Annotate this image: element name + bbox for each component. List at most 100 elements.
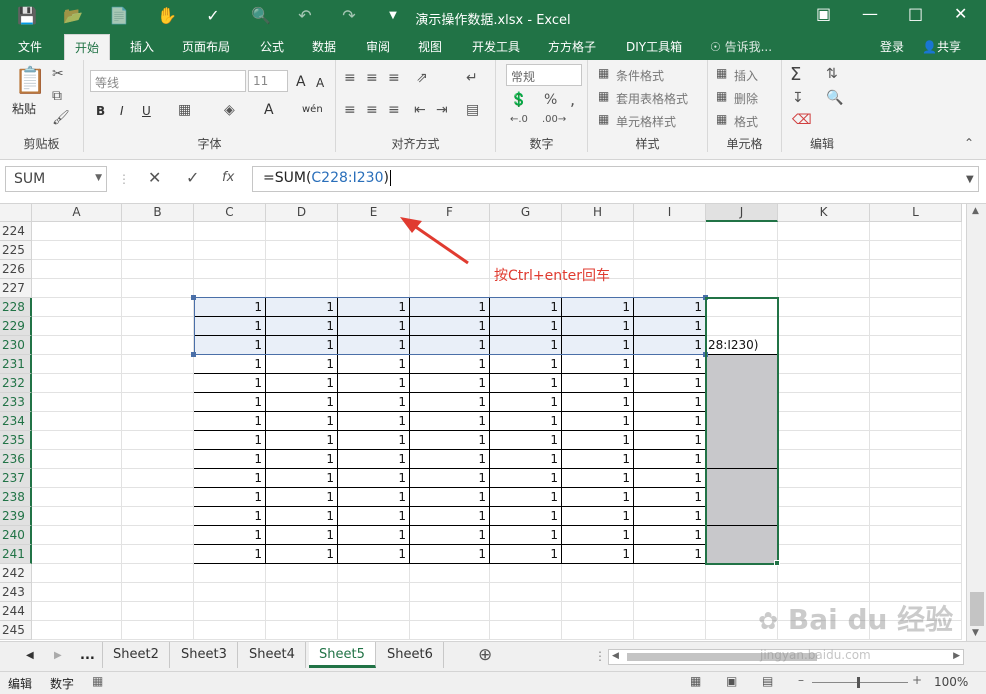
cell-d227[interactable] [266,279,338,298]
cell-c245[interactable] [194,621,266,640]
font-size-select[interactable]: 11 [248,70,288,92]
cell-g242[interactable] [490,564,562,583]
increase-decimal-icon[interactable]: ←.0 [510,114,528,125]
cell-a224[interactable] [32,222,122,241]
cell-e233[interactable]: 1 [338,393,410,412]
cell-j239[interactable] [706,507,778,526]
tab-insert[interactable]: 插入 [130,38,154,55]
cell-f227[interactable] [410,279,490,298]
cell-k229[interactable] [778,317,870,336]
cell-c242[interactable] [194,564,266,583]
row-header-238[interactable]: 238 [0,488,32,507]
cell-k224[interactable] [778,222,870,241]
cell-b244[interactable] [122,602,194,621]
cell-h238[interactable]: 1 [562,488,634,507]
border-icon[interactable]: ▦ [178,102,191,118]
cell-j234[interactable] [706,412,778,431]
name-box[interactable]: SUM ▼ [5,166,107,192]
tab-data[interactable]: 数据 [312,38,336,55]
cell-f229[interactable]: 1 [410,317,490,336]
cell-l232[interactable] [870,374,962,393]
col-header-j[interactable]: J [706,204,778,222]
cell-j227[interactable] [706,279,778,298]
cell-a227[interactable] [32,279,122,298]
range-handle[interactable] [703,295,708,300]
cell-k226[interactable] [778,260,870,279]
cell-g228[interactable]: 1 [490,298,562,317]
sort-filter-icon[interactable]: ⇅ [826,66,838,82]
row-header-232[interactable]: 232 [0,374,32,393]
paste-icon[interactable]: 📋 [14,66,46,96]
cell-b242[interactable] [122,564,194,583]
cell-k231[interactable] [778,355,870,374]
login-button[interactable]: 登录 [880,38,904,55]
row-header-239[interactable]: 239 [0,507,32,526]
cell-d237[interactable]: 1 [266,469,338,488]
cell-c241[interactable]: 1 [194,545,266,564]
add-sheet-icon[interactable]: ⊕ [478,645,492,665]
cell-g229[interactable]: 1 [490,317,562,336]
cell-f240[interactable]: 1 [410,526,490,545]
cell-f239[interactable]: 1 [410,507,490,526]
cell-f238[interactable]: 1 [410,488,490,507]
cell-g231[interactable]: 1 [490,355,562,374]
cell-j230[interactable]: 28:I230) [706,336,778,355]
fill-icon[interactable]: ↧ [792,90,804,106]
cell-h224[interactable] [562,222,634,241]
cell-g238[interactable]: 1 [490,488,562,507]
zoom-in-icon[interactable]: + [912,673,922,687]
cell-k233[interactable] [778,393,870,412]
cell-l229[interactable] [870,317,962,336]
col-header-d[interactable]: D [266,204,338,222]
cell-i231[interactable]: 1 [634,355,706,374]
row-header-228[interactable]: 228 [0,298,32,317]
cell-l239[interactable] [870,507,962,526]
close-icon[interactable]: ✕ [954,4,967,23]
currency-icon[interactable]: 💲 [510,92,527,108]
wrap-text-icon[interactable]: ↵ [466,70,478,86]
cell-b224[interactable] [122,222,194,241]
cell-b245[interactable] [122,621,194,640]
col-header-i[interactable]: I [634,204,706,222]
range-handle[interactable] [703,352,708,357]
row-header-240[interactable]: 240 [0,526,32,545]
cell-k228[interactable] [778,298,870,317]
cell-h229[interactable]: 1 [562,317,634,336]
cell-l224[interactable] [870,222,962,241]
cell-c236[interactable]: 1 [194,450,266,469]
align-bottom-icon[interactable]: ≡ [388,70,400,86]
cell-d226[interactable] [266,260,338,279]
clear-icon[interactable]: ⌫ [792,112,812,128]
cell-d236[interactable]: 1 [266,450,338,469]
cell-i235[interactable]: 1 [634,431,706,450]
cell-b233[interactable] [122,393,194,412]
cell-d243[interactable] [266,583,338,602]
cell-l240[interactable] [870,526,962,545]
cell-d233[interactable]: 1 [266,393,338,412]
grow-font-button[interactable]: A [296,74,306,90]
cell-c232[interactable]: 1 [194,374,266,393]
cell-g241[interactable]: 1 [490,545,562,564]
cell-g240[interactable]: 1 [490,526,562,545]
cell-d240[interactable]: 1 [266,526,338,545]
cell-b237[interactable] [122,469,194,488]
cell-g236[interactable]: 1 [490,450,562,469]
cell-k242[interactable] [778,564,870,583]
align-top-icon[interactable]: ≡ [344,70,356,86]
collapse-ribbon-icon[interactable]: ⌃ [964,136,974,150]
cell-a238[interactable] [32,488,122,507]
cell-l225[interactable] [870,241,962,260]
cell-h235[interactable]: 1 [562,431,634,450]
cell-d225[interactable] [266,241,338,260]
cell-e236[interactable]: 1 [338,450,410,469]
row-header-233[interactable]: 233 [0,393,32,412]
col-header-l[interactable]: L [870,204,962,222]
cell-g245[interactable] [490,621,562,640]
cell-j229[interactable] [706,317,778,336]
autosum-button[interactable]: Σ [790,64,801,85]
cell-e239[interactable]: 1 [338,507,410,526]
cell-k232[interactable] [778,374,870,393]
cancel-entry-icon[interactable]: ✕ [148,168,161,187]
row-header-237[interactable]: 237 [0,469,32,488]
formula-input[interactable]: =SUM(C228:I230) [252,166,979,192]
